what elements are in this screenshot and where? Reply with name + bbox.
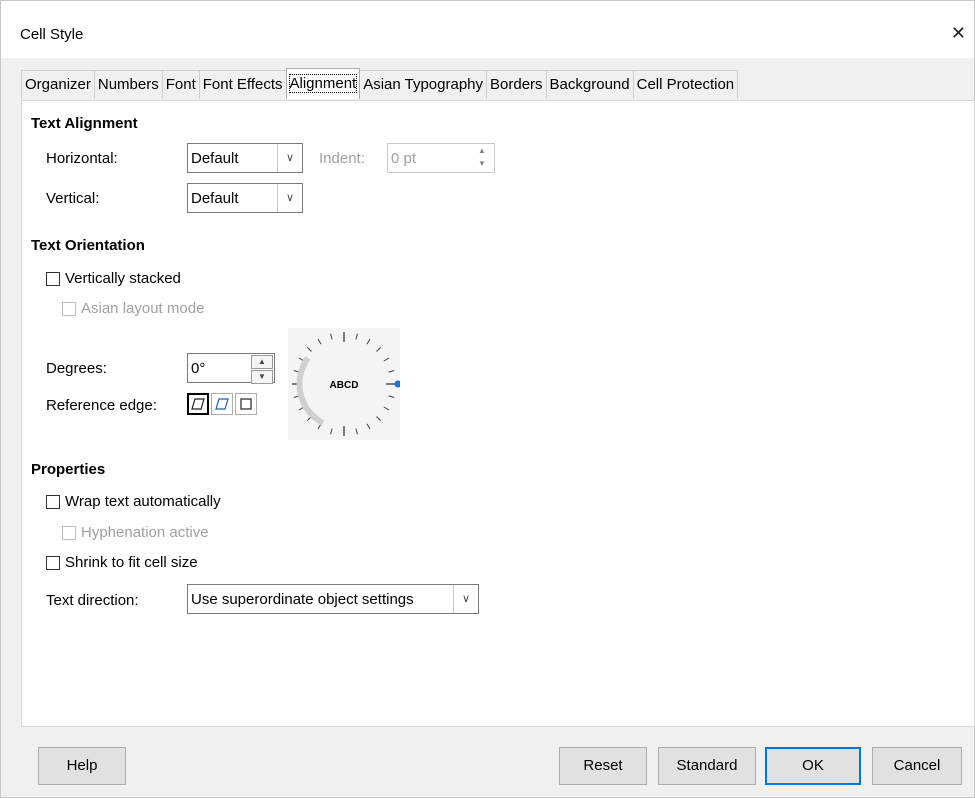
degrees-label: Degrees: [46,360,107,377]
dial-text: ABCD [330,380,359,391]
vertical-label: Vertical: [46,190,100,207]
checkbox-icon [46,494,60,509]
checkbox-icon [62,525,76,540]
reference-edge-top-button[interactable] [211,393,233,415]
parallelogram-icon [191,398,205,410]
wrap-text-checkbox[interactable]: Wrap text automatically [46,493,221,510]
cancel-button[interactable]: Cancel [872,747,962,785]
vertical-value: Default [191,190,239,207]
reference-edge-label: Reference edge: [46,397,157,414]
indent-label: Indent: [319,150,365,167]
horizontal-value: Default [191,150,239,167]
alignment-panel [21,100,975,727]
tab-bar: Organizer Numbers Font Font Effects Alig… [21,68,739,100]
tab-numbers[interactable]: Numbers [93,70,163,99]
spin-up-icon[interactable]: ▲ [471,145,493,157]
text-direction-dropdown[interactable]: Use superordinate object settings ∨ [187,584,479,614]
parallelogram-icon [215,398,229,410]
horizontal-label: Horizontal: [46,150,118,167]
cell-style-dialog: Cell Style ✕ Organizer Numbers Font Font… [0,0,975,798]
standard-button[interactable]: Standard [658,747,756,785]
degrees-spinbox[interactable]: 0° ▲ ▼ [187,353,275,384]
tab-cell-protection[interactable]: Cell Protection [632,70,739,99]
shrink-to-fit-checkbox[interactable]: Shrink to fit cell size [46,554,198,571]
tab-font[interactable]: Font [161,70,200,99]
horizontal-dropdown[interactable]: Default ∨ [187,143,303,173]
rotation-dial[interactable]: ABCD [288,328,400,440]
vertical-dropdown[interactable]: Default ∨ [187,183,303,213]
tab-borders[interactable]: Borders [486,70,547,99]
checkbox-icon [46,271,60,286]
chevron-down-icon: ∨ [277,144,302,172]
dialog-title: Cell Style [20,26,84,43]
reset-button[interactable]: Reset [559,747,647,785]
checkbox-icon [62,301,76,316]
asian-layout-checkbox[interactable]: Asian layout mode [62,300,204,317]
hyphenation-checkbox[interactable]: Hyphenation active [62,524,209,541]
properties-heading: Properties [31,461,106,478]
reference-edge-bottom-button[interactable] [187,393,209,415]
tab-asian-typography[interactable]: Asian Typography [359,70,488,99]
spin-up-icon[interactable]: ▲ [251,355,273,369]
tab-background[interactable]: Background [545,70,634,99]
tab-font-effects[interactable]: Font Effects [198,70,287,99]
help-button[interactable]: Help [38,747,126,785]
square-icon [240,398,252,410]
spin-down-icon[interactable]: ▼ [471,158,493,170]
reference-edge-inside-button[interactable] [235,393,257,415]
title-bar: Cell Style ✕ [1,1,974,58]
text-alignment-heading: Text Alignment [31,115,138,132]
spin-down-icon[interactable]: ▼ [251,370,273,384]
close-icon[interactable]: ✕ [951,23,966,44]
chevron-down-icon: ∨ [453,585,478,613]
chevron-down-icon: ∨ [277,184,302,212]
ok-button[interactable]: OK [765,747,861,785]
vertically-stacked-checkbox[interactable]: Vertically stacked [46,270,181,287]
degrees-value: 0° [191,360,206,377]
indent-value: 0 pt [391,150,417,167]
indent-spinbox[interactable]: 0 pt ▲ ▼ [387,143,495,173]
text-direction-value: Use superordinate object settings [191,591,414,608]
text-orientation-heading: Text Orientation [31,237,145,254]
tab-organizer[interactable]: Organizer [21,70,95,99]
tab-alignment[interactable]: Alignment [285,68,361,99]
checkbox-icon [46,555,60,570]
text-direction-label: Text direction: [46,592,139,609]
